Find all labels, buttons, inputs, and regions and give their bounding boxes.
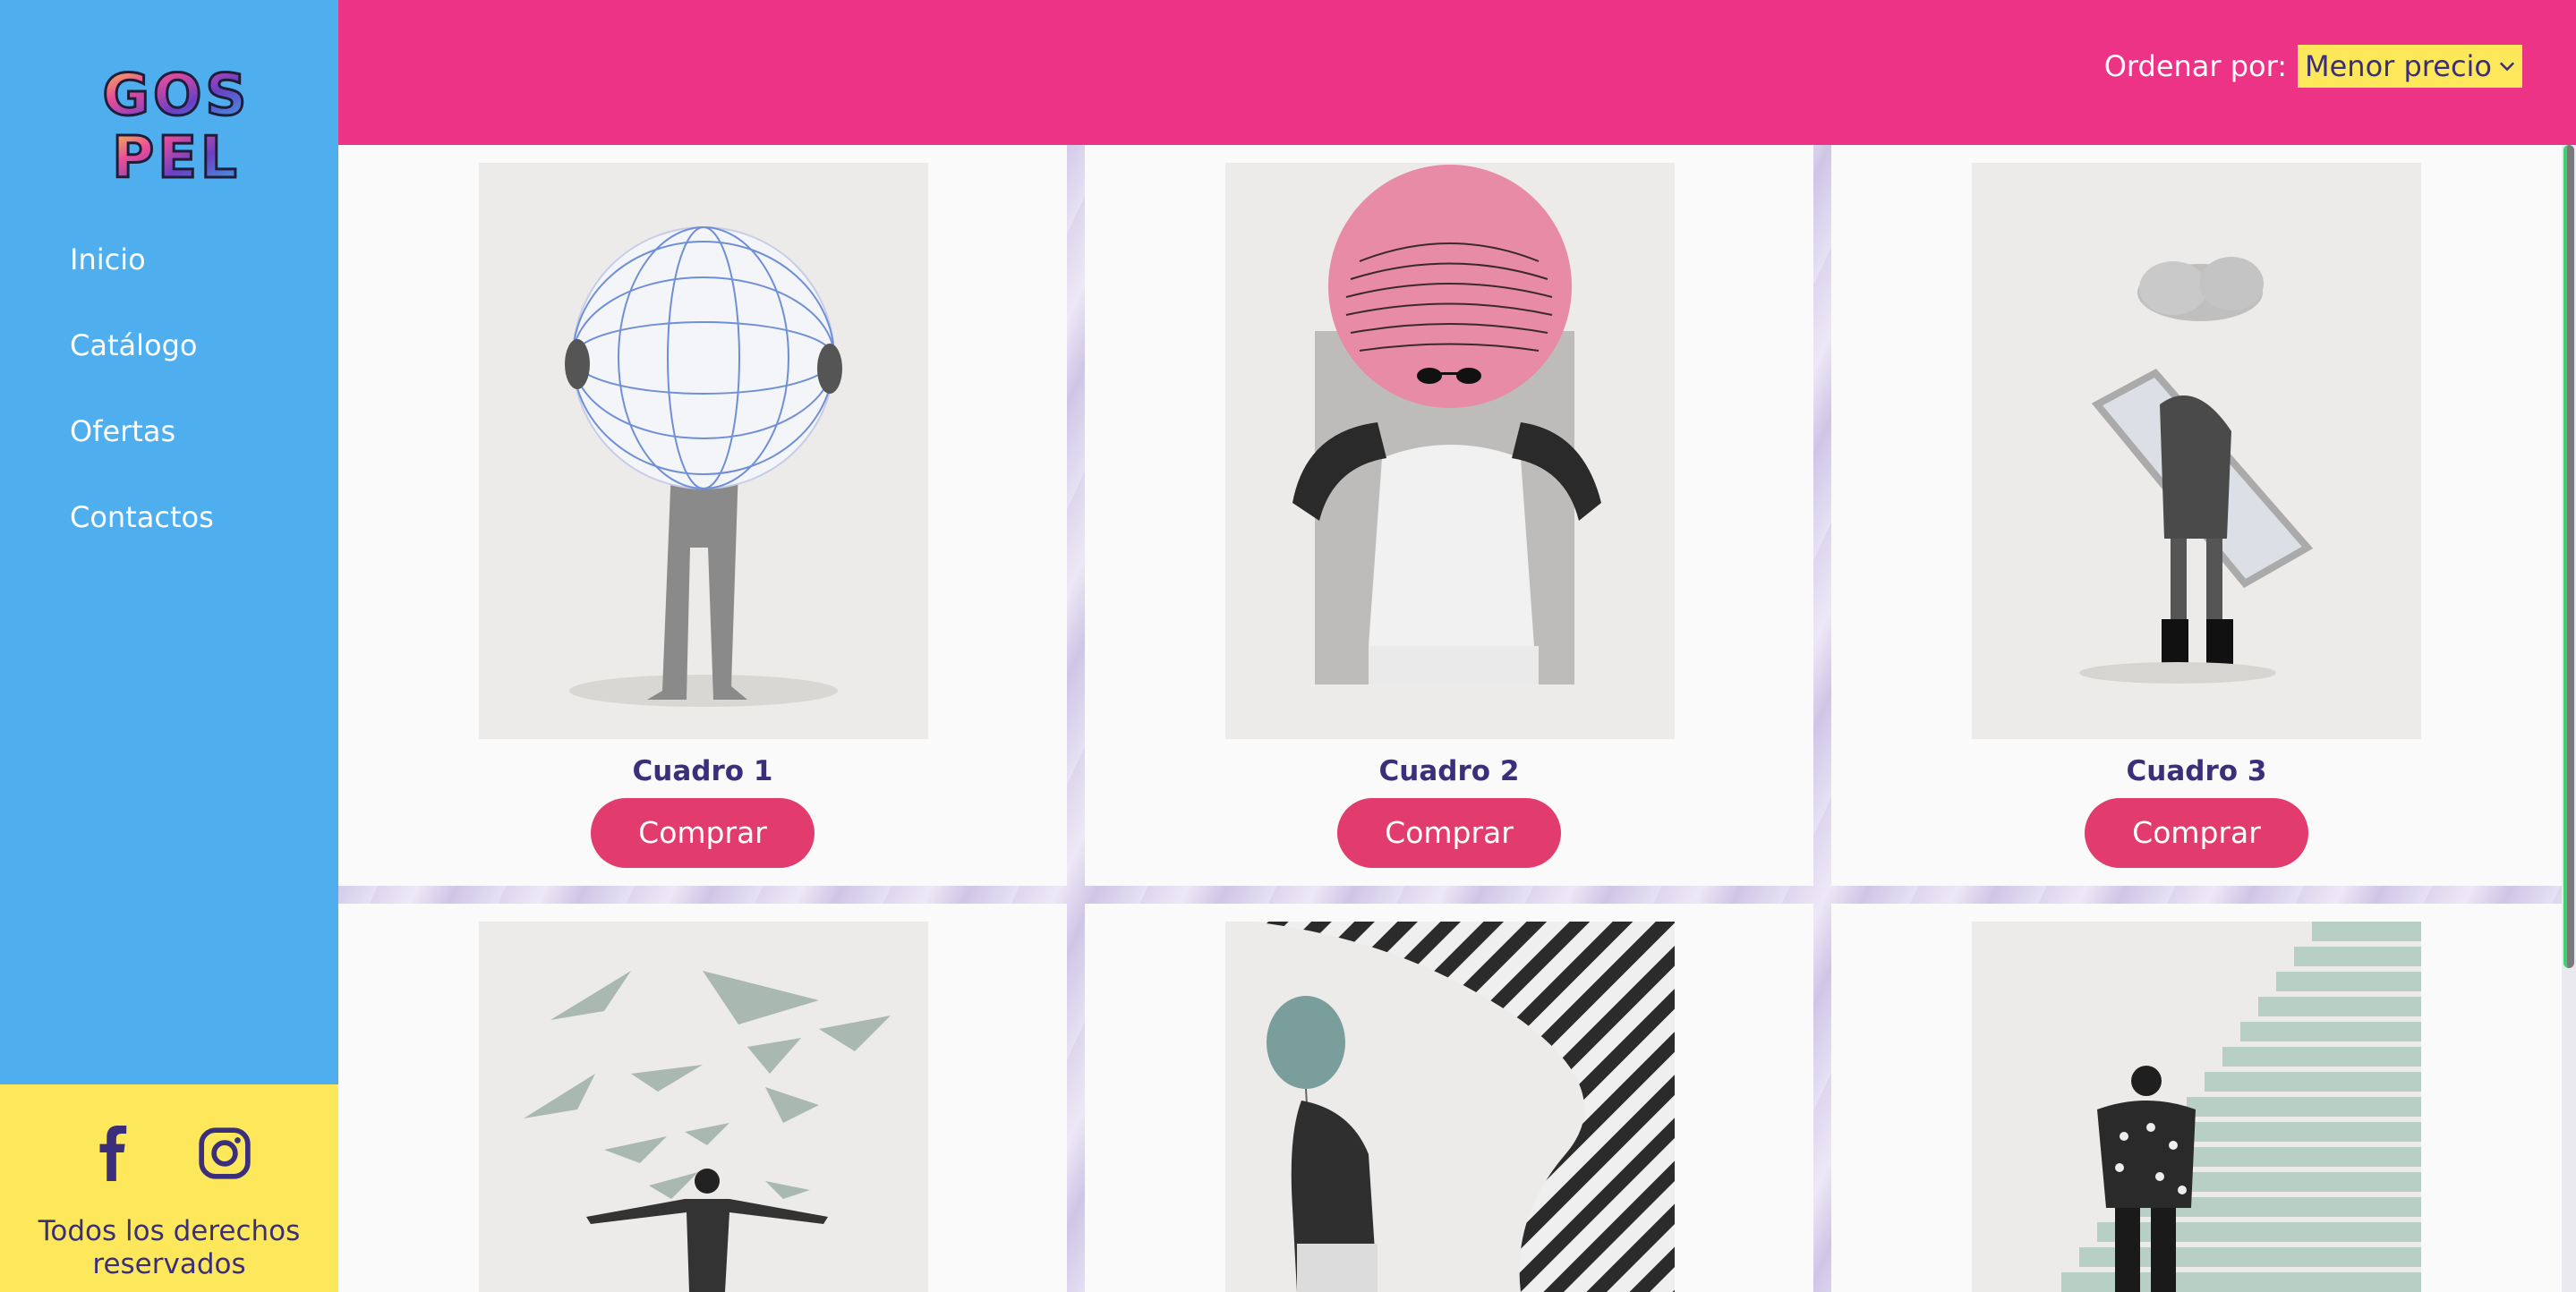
sort-selected-value: Menor precio: [2305, 49, 2492, 83]
sidebar: GOS PEL Inicio Catálogo Ofertas Contacto…: [0, 0, 338, 1292]
product-image[interactable]: [1225, 163, 1675, 739]
copyright-text: Todos los derechos reservados: [0, 1215, 338, 1281]
top-bar: Ordenar por: Menor precio: [338, 0, 2576, 145]
product-title: Cuadro 1: [632, 755, 773, 787]
scrollbar-thumb[interactable]: [2563, 145, 2574, 968]
product-card: Cuadro 1 Comprar: [338, 145, 1067, 886]
logo-text-bottom: PEL: [112, 125, 240, 186]
product-card: Cuadro 2 Comprar: [1085, 145, 1813, 886]
product-title: Cuadro 2: [1378, 755, 1520, 787]
product-card: [338, 904, 1067, 1292]
gospel-logo[interactable]: GOS PEL: [68, 63, 285, 186]
product-card: Cuadro 3 Comprar: [1831, 145, 2562, 886]
product-card: [1831, 904, 2562, 1292]
buy-button[interactable]: Comprar: [1337, 798, 1561, 868]
facebook-icon[interactable]: [86, 1126, 141, 1181]
product-image[interactable]: [1972, 922, 2421, 1292]
nav-item-catalogo[interactable]: Catálogo: [70, 326, 214, 365]
buy-button[interactable]: Comprar: [591, 798, 815, 868]
instagram-icon[interactable]: [197, 1126, 252, 1181]
rights-line-1: Todos los derechos: [38, 1215, 301, 1247]
sort-control: Ordenar por: Menor precio: [2104, 45, 2522, 88]
chevron-down-icon: [2499, 62, 2515, 72]
sidebar-footer: Todos los derechos reservados: [0, 1084, 338, 1292]
logo-graphic: GOS PEL: [101, 63, 250, 186]
nav-item-contactos[interactable]: Contactos: [70, 497, 214, 537]
logo-text-top: GOS: [102, 63, 250, 129]
product-card: [1085, 904, 1813, 1292]
rights-line-2: reservados: [92, 1248, 246, 1280]
product-image[interactable]: [479, 163, 928, 739]
product-image[interactable]: [1225, 922, 1675, 1292]
main-nav: Inicio Catálogo Ofertas Contactos: [70, 240, 214, 583]
product-image[interactable]: [479, 922, 928, 1292]
product-image[interactable]: [1972, 163, 2421, 739]
nav-item-ofertas[interactable]: Ofertas: [70, 412, 214, 451]
sort-label: Ordenar por:: [2103, 49, 2287, 83]
scrollbar[interactable]: [2562, 145, 2576, 1292]
product-grid: Cuadro 1 Comprar Cuadro 2 Comprar Cuadro…: [338, 145, 2562, 1292]
buy-button[interactable]: Comprar: [2085, 798, 2308, 868]
product-title: Cuadro 3: [2126, 755, 2267, 787]
sort-select[interactable]: Menor precio: [2298, 45, 2522, 88]
social-links: [86, 1126, 252, 1181]
nav-item-inicio[interactable]: Inicio: [70, 240, 214, 279]
